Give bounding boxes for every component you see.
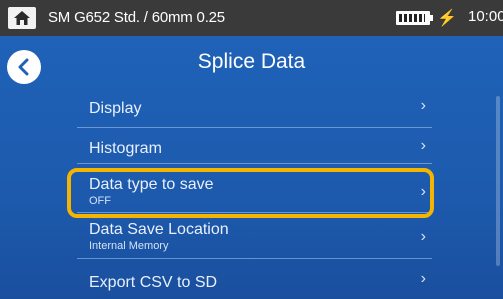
battery-icon: [396, 11, 433, 25]
scrollbar[interactable]: [496, 96, 500, 266]
menu-item-display[interactable]: Display ›: [77, 91, 432, 128]
chevron-right-icon: ›: [420, 137, 426, 154]
header: Splice Data: [0, 36, 503, 86]
menu-item-label: Export CSV to SD: [89, 274, 218, 291]
selection-highlight: [67, 168, 434, 218]
menu-item-value: Internal Memory: [89, 240, 169, 252]
menu-item-label: Histogram: [89, 140, 162, 157]
chevron-right-icon: ›: [420, 228, 426, 245]
charging-icon: ⚡: [437, 10, 457, 27]
home-icon: [14, 11, 30, 25]
menu-item-export-csv[interactable]: Export CSV to SD ›: [77, 258, 432, 299]
chevron-right-icon: ›: [420, 97, 426, 114]
splice-program-title: SM G652 Std. / 60mm 0.25: [48, 9, 225, 26]
menu-item-histogram[interactable]: Histogram ›: [77, 127, 432, 164]
status-bar: SM G652 Std. / 60mm 0.25 ⚡ 10:00: [0, 0, 503, 36]
home-button[interactable]: [8, 7, 36, 29]
menu-item-label: Display: [89, 100, 142, 117]
menu-item-label: Data Save Location: [89, 221, 229, 238]
page-title: Splice Data: [197, 50, 306, 73]
chevron-right-icon: ›: [420, 270, 426, 287]
menu-item-data-save-location[interactable]: Data Save Location Internal Memory ›: [77, 212, 432, 259]
clock: 10:00: [468, 8, 503, 25]
